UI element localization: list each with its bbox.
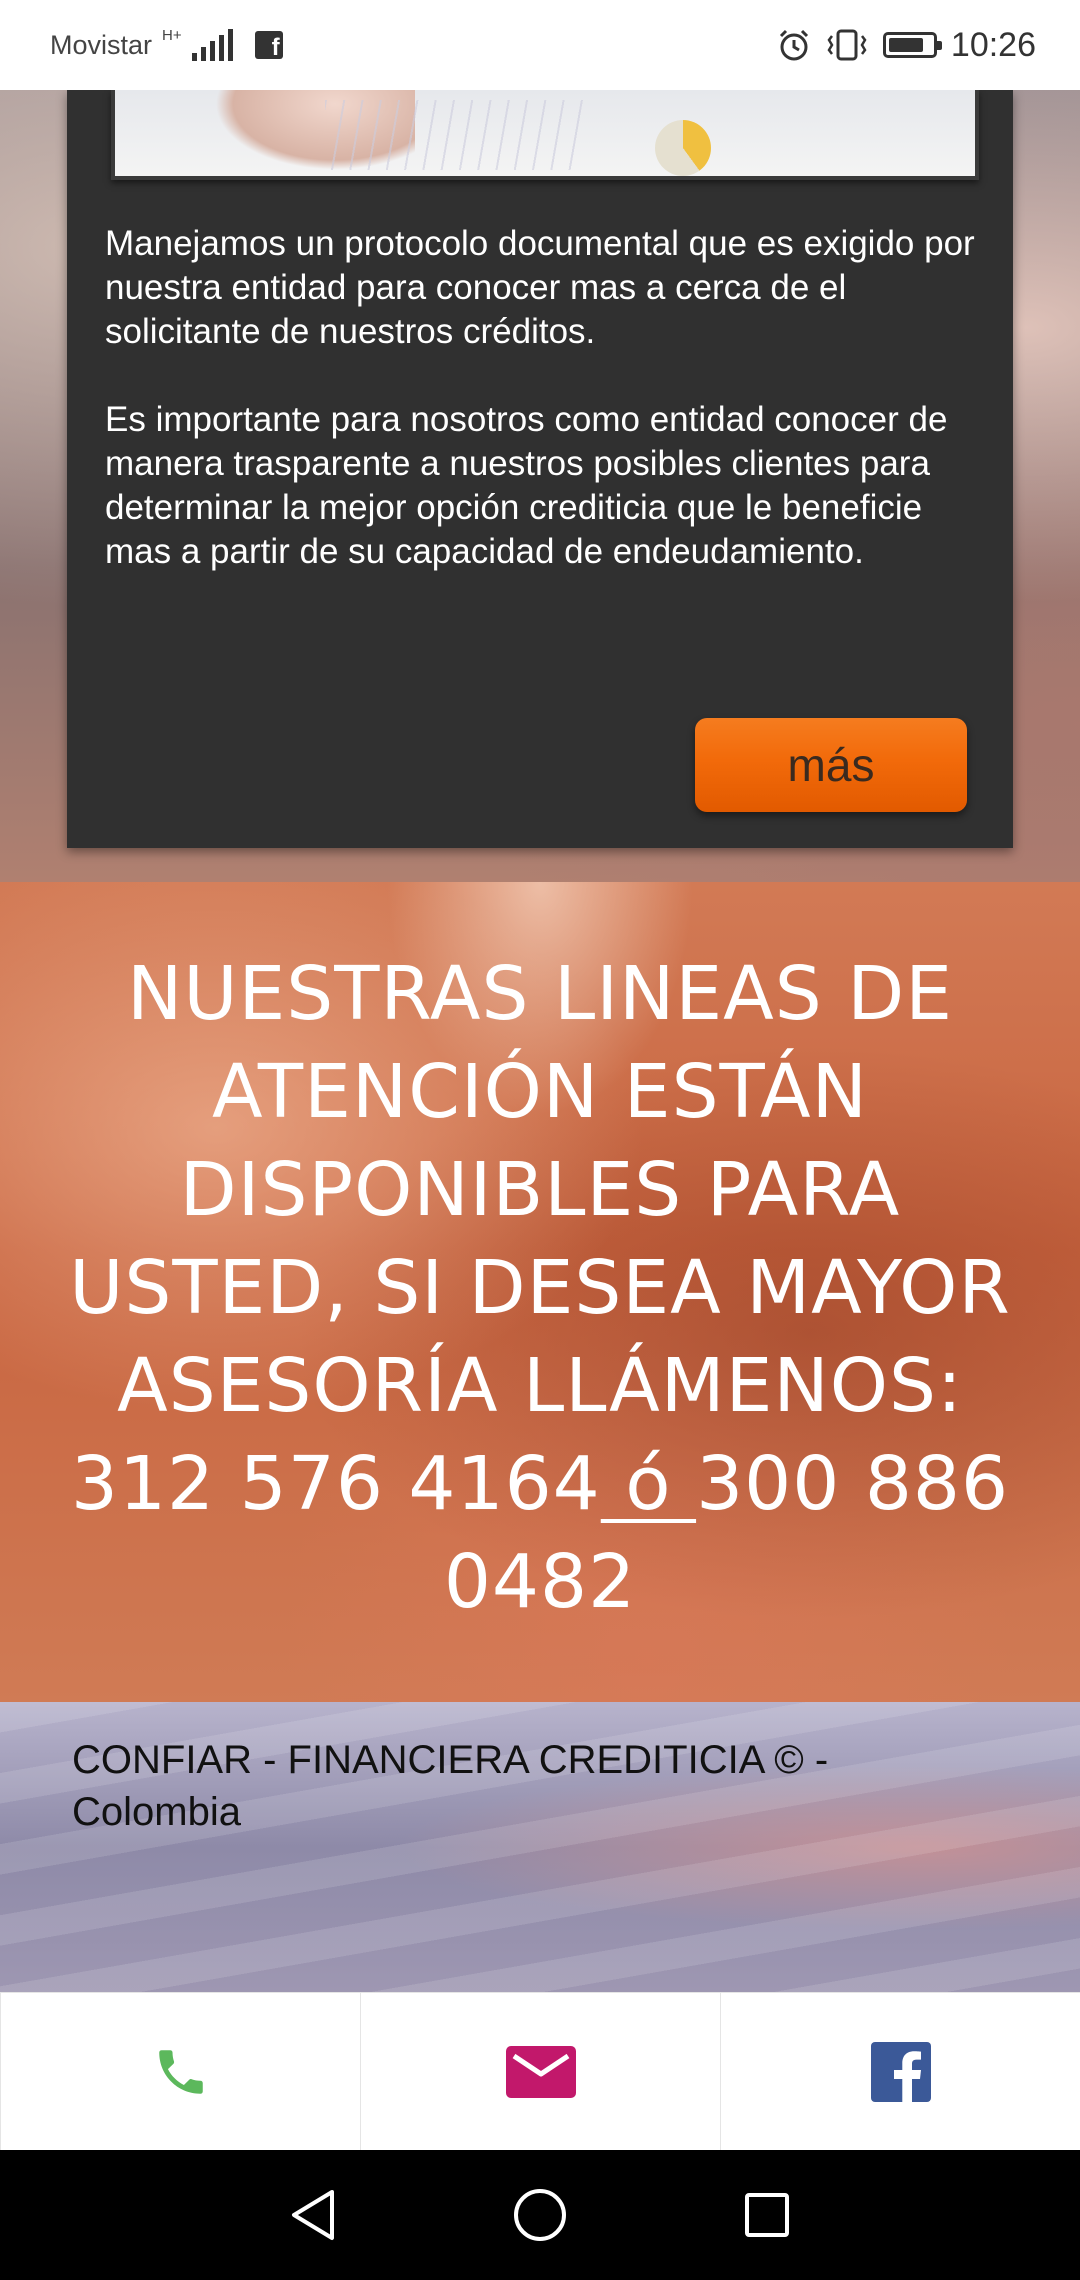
info-card: Manejamos un protocolo documental que es… — [67, 90, 1013, 848]
signal-icon — [191, 29, 233, 61]
card-text: Manejamos un protocolo documental que es… — [105, 222, 985, 618]
back-icon — [292, 2190, 335, 2240]
network-type: H+ — [162, 26, 182, 44]
pie-chart-photo — [655, 120, 711, 176]
status-bar: Movistar H+ f 10:26 — [0, 0, 1080, 90]
status-right: 10:26 — [777, 26, 1036, 65]
contact-heading: NUESTRAS LINEAS DE ATENCIÓN ESTÁN DISPON… — [40, 945, 1040, 1631]
android-nav-bar — [0, 2150, 1080, 2280]
facebook-icon — [870, 2042, 931, 2102]
clock: 10:26 — [950, 25, 1036, 64]
more-button[interactable]: más — [695, 718, 967, 812]
email-button[interactable] — [360, 1993, 720, 2151]
card-paragraph-1: Manejamos un protocolo documental que es… — [105, 224, 975, 351]
battery-icon — [882, 32, 942, 58]
back-button[interactable] — [273, 2175, 353, 2255]
card-paragraph-2: Es importante para nosotros como entidad… — [105, 400, 948, 571]
facebook-button[interactable] — [720, 1993, 1080, 2151]
call-button[interactable] — [0, 1993, 360, 2151]
bottom-action-bar — [0, 1992, 1080, 2151]
home-icon — [513, 2189, 566, 2241]
or-link[interactable]: ó — [601, 1441, 696, 1527]
calculator-photo — [325, 100, 585, 170]
card-image — [111, 90, 979, 180]
carrier-name: Movistar — [50, 29, 153, 60]
facebook-notification-icon: f — [254, 31, 283, 60]
phone-icon — [158, 2050, 203, 2094]
email-icon — [505, 2046, 576, 2098]
status-left: Movistar H+ f — [50, 26, 283, 61]
recents-button[interactable] — [727, 2175, 807, 2255]
footer-copyright: CONFIAR - FINANCIERA CREDITICIA © - Colo… — [72, 1738, 829, 1834]
alarm-icon — [779, 29, 808, 61]
home-button[interactable] — [500, 2175, 580, 2255]
recents-icon — [744, 2193, 789, 2237]
vibrate-icon — [827, 29, 867, 61]
